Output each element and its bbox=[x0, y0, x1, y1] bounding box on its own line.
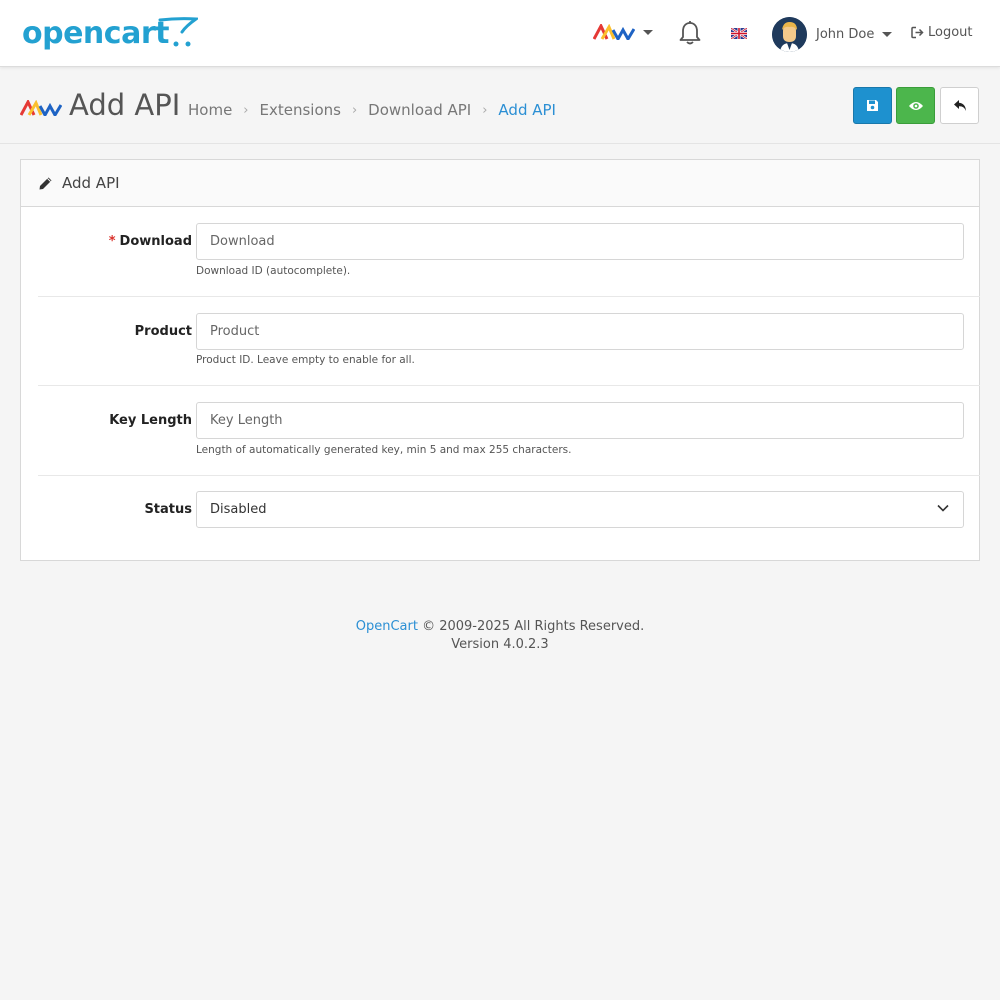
key-length-help: Length of automatically generated key, m… bbox=[196, 444, 572, 456]
logout-label: Logout bbox=[928, 25, 973, 40]
pencil-icon bbox=[39, 177, 52, 189]
breadcrumb-add-api[interactable]: Add API bbox=[498, 101, 556, 119]
chevron-right-icon: › bbox=[351, 102, 358, 118]
cart-logo-icon bbox=[158, 17, 198, 47]
logout-link[interactable]: Logout bbox=[911, 25, 973, 40]
breadcrumb-download-api[interactable]: Download API bbox=[368, 101, 471, 119]
status-value: Disabled bbox=[210, 502, 267, 517]
breadcrumb-extensions[interactable]: Extensions bbox=[260, 101, 341, 119]
page-header: Add API Home › Extensions › Download API… bbox=[0, 68, 1000, 144]
reply-icon bbox=[953, 100, 966, 111]
add-api-card: Add API *Download Download ID (autocompl… bbox=[20, 159, 980, 561]
required-marker: * bbox=[108, 234, 116, 249]
opencart-link[interactable]: OpenCart bbox=[356, 619, 418, 634]
chevron-right-icon: › bbox=[482, 102, 488, 118]
view-button[interactable] bbox=[896, 87, 935, 124]
brand-logo-icon bbox=[20, 100, 62, 116]
save-icon bbox=[867, 100, 878, 111]
chevron-down-icon bbox=[937, 504, 949, 512]
status-label: Status bbox=[144, 502, 192, 517]
footer: OpenCart © 2009-2025 All Rights Reserved… bbox=[0, 618, 1000, 654]
back-button[interactable] bbox=[940, 87, 979, 124]
avatar bbox=[772, 17, 807, 52]
chevron-down-icon bbox=[882, 32, 893, 37]
user-menu-dropdown[interactable]: John Doe bbox=[772, 17, 893, 52]
download-input[interactable] bbox=[196, 223, 964, 260]
bell-icon bbox=[679, 21, 701, 45]
card-header: Add API bbox=[21, 160, 979, 207]
key-length-label: Key Length bbox=[109, 413, 192, 428]
chevron-down-icon bbox=[643, 29, 653, 35]
brand-logo-icon bbox=[593, 24, 635, 40]
brand-menu-dropdown[interactable] bbox=[593, 24, 653, 40]
status-select[interactable]: Disabled bbox=[196, 491, 964, 528]
chevron-right-icon: › bbox=[243, 102, 249, 118]
footer-version: Version 4.0.2.3 bbox=[451, 637, 549, 652]
footer-copyright-line: OpenCart © 2009-2025 All Rights Reserved… bbox=[0, 618, 1000, 636]
breadcrumb: Home › Extensions › Download API › Add A… bbox=[188, 101, 556, 119]
product-help: Product ID. Leave empty to enable for al… bbox=[196, 354, 415, 366]
product-row: Product Product ID. Leave empty to enabl… bbox=[38, 297, 980, 386]
notifications-button[interactable] bbox=[678, 20, 702, 50]
product-input[interactable] bbox=[196, 313, 964, 350]
language-selector[interactable] bbox=[730, 27, 748, 43]
page-title: Add API bbox=[69, 88, 181, 122]
user-avatar-icon bbox=[772, 17, 807, 52]
download-label: * Download bbox=[108, 234, 192, 249]
top-header: opencart John Doe Logout bbox=[0, 0, 1000, 67]
card-title: Add API bbox=[62, 174, 120, 192]
key-length-row: Key Length Length of automatically gener… bbox=[38, 386, 980, 476]
key-length-input[interactable] bbox=[196, 402, 964, 439]
download-row: *Download Download ID (autocomplete). bbox=[38, 208, 980, 297]
save-button[interactable] bbox=[853, 87, 892, 124]
footer-copyright: © 2009-2025 All Rights Reserved. bbox=[422, 619, 645, 634]
eye-icon bbox=[908, 101, 923, 110]
user-name: John Doe bbox=[816, 27, 875, 42]
opencart-logo[interactable]: opencart bbox=[22, 14, 198, 54]
logo-text: opencart bbox=[22, 16, 169, 51]
breadcrumb-home[interactable]: Home bbox=[188, 101, 232, 119]
uk-flag-icon bbox=[730, 27, 748, 40]
status-row: Status Disabled bbox=[38, 476, 980, 546]
sign-out-icon bbox=[911, 26, 924, 39]
download-help: Download ID (autocomplete). bbox=[196, 265, 351, 277]
product-label: Product bbox=[134, 324, 192, 339]
